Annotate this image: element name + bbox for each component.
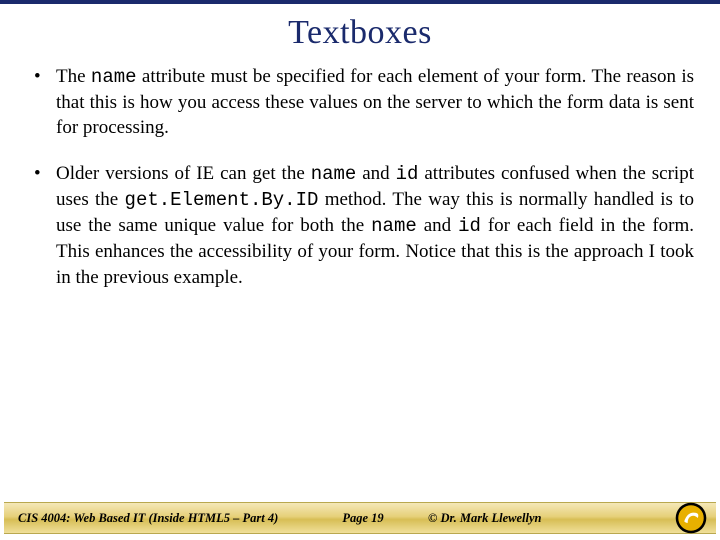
- text-run: Older versions of IE can get the: [56, 163, 311, 184]
- ucf-pegasus-logo-icon: [674, 501, 708, 535]
- text-run: and: [417, 215, 458, 236]
- bullet-item: Older versions of IE can get the name an…: [32, 161, 694, 289]
- text-run: The: [56, 66, 91, 87]
- code-run: id: [396, 163, 419, 185]
- page-title: Textboxes: [0, 4, 720, 64]
- text-run: attribute must be specified for each ele…: [56, 66, 694, 138]
- text-run: and: [356, 163, 395, 184]
- slide: Textboxes The name attribute must be spe…: [0, 0, 720, 540]
- footer-page: Page 19: [308, 509, 418, 528]
- code-run: name: [371, 215, 417, 237]
- bullet-item: The name attribute must be specified for…: [32, 64, 694, 141]
- code-run: name: [311, 163, 357, 185]
- bullet-list: The name attribute must be specified for…: [32, 64, 694, 290]
- code-run: get.Element.By.ID: [125, 189, 319, 211]
- footer-bar: CIS 4004: Web Based IT (Inside HTML5 – P…: [4, 502, 716, 534]
- code-run: id: [458, 215, 481, 237]
- footer-course: CIS 4004: Web Based IT (Inside HTML5 – P…: [8, 509, 308, 528]
- content-area: The name attribute must be specified for…: [0, 64, 720, 290]
- footer-inner: CIS 4004: Web Based IT (Inside HTML5 – P…: [4, 501, 716, 535]
- code-run: name: [91, 66, 137, 88]
- footer-author: © Dr. Mark Llewellyn: [418, 509, 588, 528]
